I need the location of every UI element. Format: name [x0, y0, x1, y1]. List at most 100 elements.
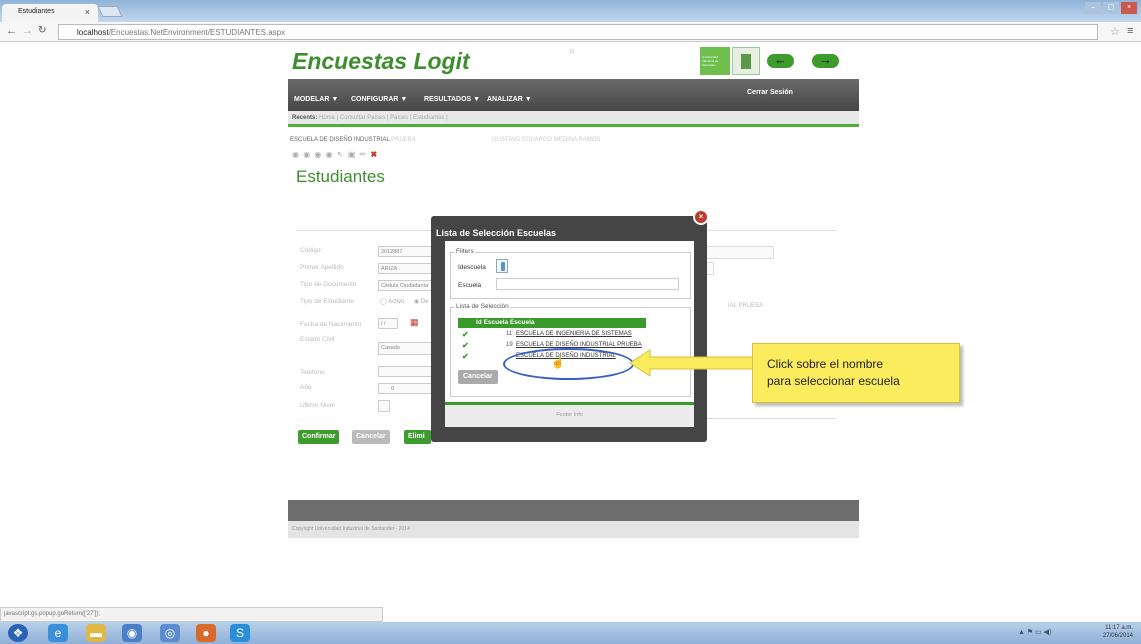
divider	[700, 418, 836, 419]
filters-fieldset: Filters	[450, 248, 691, 299]
tipoest-radio-de[interactable]: ◉ De	[414, 298, 429, 305]
menu-analizar[interactable]: ANALIZAR ▼	[487, 96, 532, 103]
university-emblem-icon	[732, 47, 760, 75]
recent-links[interactable]: Home | Consultar Paises | Paises | Estud…	[319, 115, 448, 121]
system-tray-icons[interactable]: ▲ ⚑ ▭ ◀)	[1018, 628, 1051, 636]
table-header: Id Escuela Escuela	[458, 318, 646, 328]
tipodoc-select[interactable]: Cédula Ciudadanía	[378, 280, 438, 291]
menu-icon[interactable]: ≡	[1127, 25, 1133, 37]
ultimo-checkbox[interactable]	[378, 400, 390, 412]
row-id: 11	[506, 331, 513, 337]
menu-configurar[interactable]: CONFIGURAR ▼	[351, 96, 407, 103]
idescuela-label: Idescuela	[458, 264, 486, 271]
explorer-icon[interactable]: ▬	[86, 624, 106, 642]
escuela-input[interactable]	[496, 278, 679, 290]
recent-breadcrumb: Recents: Home | Consultar Paises | Paise…	[288, 111, 859, 127]
ie-icon[interactable]: e	[48, 624, 68, 642]
modal-close-icon[interactable]: ×	[693, 209, 709, 225]
apellido-label: Primer Apellido	[300, 264, 344, 271]
check-icon: ✔	[462, 341, 469, 350]
toolbar-icons[interactable]: ◉ ◉ ◉ ◉ ↖ ▣ ✏	[292, 150, 367, 159]
reload-icon[interactable]: ↻	[38, 25, 46, 36]
menu-resultados[interactable]: RESULTADOS ▼	[424, 96, 480, 103]
idescuela-input[interactable]	[496, 259, 508, 273]
copyright: Copyright Universidad Industrial de Sant…	[288, 521, 859, 538]
telefono-label: Teléfono	[300, 369, 325, 376]
skype-icon[interactable]: S	[230, 624, 250, 642]
context-school: ESCUELA DE DISEÑO INDUSTRIAL PRUEBA	[290, 137, 416, 143]
start-button-icon[interactable]: ❖	[8, 624, 28, 642]
maximize-button[interactable]: ▢	[1103, 2, 1119, 14]
escuela-label: Escuela	[458, 282, 482, 289]
logout-link[interactable]: Cerrar Sesión	[747, 89, 793, 96]
address-bar[interactable]: localhost/Encuestas.NetEnvironment/ESTUD…	[58, 24, 1098, 40]
callout-line-1: Click sobre el nombre	[767, 357, 884, 371]
fecha-field[interactable]: / /	[378, 318, 398, 329]
back-arrow-button[interactable]: ←	[767, 53, 794, 68]
app-logo: Encuestas Logit	[292, 48, 470, 74]
check-icon: ✔	[462, 352, 469, 361]
instruction-callout: Click sobre el nombre para seleccionar e…	[752, 343, 960, 403]
anio-field[interactable]: 0	[378, 383, 434, 394]
estado-label: Estado Civil	[300, 336, 335, 343]
back-icon[interactable]: ←	[6, 25, 17, 37]
callout-arrow-icon	[629, 349, 754, 377]
row-id: 19	[506, 342, 513, 348]
calendar-icon[interactable]: ▦	[410, 317, 419, 328]
clock-time: 11:17 a.m.	[1105, 625, 1133, 631]
anio-label: Año	[300, 384, 312, 391]
modal-footer: Footer Info	[445, 402, 694, 427]
right-school-text: IAL PRUEBA	[728, 303, 764, 309]
minimize-button[interactable]: –	[1085, 2, 1101, 14]
highlight-ellipse	[503, 348, 634, 380]
url-host: localhost	[77, 28, 109, 37]
loading-icon: ☼	[568, 46, 576, 55]
confirm-button[interactable]: Confirmar	[298, 430, 340, 444]
clock[interactable]: 11:17 a.m. 27/06/2014	[1103, 624, 1133, 640]
ultimo-label: Último Nivel	[300, 402, 335, 409]
telefono-field[interactable]	[378, 366, 434, 377]
estado-select[interactable]: Casado	[378, 342, 432, 355]
close-window-button[interactable]: ×	[1121, 2, 1137, 14]
list-legend: Lista de Selección	[455, 303, 510, 310]
tipoest-label: Tipo de Estudiante	[300, 298, 354, 305]
table-row[interactable]: ✔ 11 ESCUELA DE INGENIERIA DE SISTEMAS	[458, 330, 646, 340]
modal-cancel-button[interactable]: Cancelar	[458, 370, 498, 384]
record-toolbar[interactable]: ◉ ◉ ◉ ◉ ↖ ▣ ✏ ✖	[292, 150, 378, 159]
media-player-icon[interactable]: ◎	[160, 624, 180, 642]
col-name-header: Escuela	[509, 319, 535, 326]
firefox-icon[interactable]: ●	[196, 624, 216, 642]
tab-title: Estudiantes	[18, 8, 55, 15]
main-menu: MODELAR ▼ CONFIGURAR ▼ RESULTADOS ▼ ANAL…	[288, 79, 859, 111]
forward-icon[interactable]: →	[22, 25, 33, 37]
delete-icon[interactable]: ✖	[370, 150, 378, 159]
forward-arrow-button[interactable]: →	[812, 53, 839, 68]
browser-status-bar: javascript:gs.popup.goReturn(['27']);	[0, 607, 383, 622]
chrome-icon[interactable]: ◉	[122, 624, 142, 642]
col-id-header: Id Escuela	[476, 319, 509, 326]
star-icon[interactable]: ☆	[1110, 25, 1120, 38]
hand-cursor-icon: ☝	[551, 357, 565, 369]
tab-close-icon[interactable]: ×	[85, 7, 90, 17]
apellido-field[interactable]: ARIZA	[378, 263, 438, 274]
window-controls: – ▢ ×	[1085, 2, 1137, 14]
cancel-button[interactable]: Cancelar	[352, 430, 390, 444]
callout-line-2: para seleccionar escuela	[767, 374, 900, 388]
fecha-label: Fecha de Nacimiento	[300, 321, 362, 328]
university-logo: Universidad Industrial de Santander	[700, 47, 730, 75]
browser-toolbar: ← → ↻ localhost/Encuestas.NetEnvironment…	[0, 22, 1141, 42]
row-name-link[interactable]: ESCUELA DE INGENIERIA DE SISTEMAS	[516, 331, 632, 337]
tipoest-radio-activo[interactable]: ◯ Activo	[380, 298, 404, 305]
menu-modelar[interactable]: MODELAR ▼	[294, 96, 338, 103]
codigo-label: Código	[300, 247, 321, 254]
recent-label: Recents:	[292, 115, 318, 121]
page-title: Estudiantes	[296, 167, 385, 186]
context-user: GUSTAVO EDUARDO MEDINA RAMOS	[492, 137, 601, 143]
row-name-link[interactable]: ESCUELA DE DISEÑO INDUSTRIAL PRUEBA	[516, 342, 642, 348]
url-path: /Encuestas.NetEnvironment/ESTUDIANTES.as…	[108, 28, 286, 37]
codigo-field[interactable]: 2012887	[378, 246, 438, 257]
windows-taskbar: ❖ e ▬ ◉ ◎ ● S ▲ ⚑ ▭ ◀) 11:17 a.m. 27/06/…	[0, 622, 1141, 644]
filters-legend: Filters	[455, 248, 475, 255]
delete-button[interactable]: Elimi	[404, 430, 431, 444]
browser-tab[interactable]: Estudiantes ×	[2, 4, 98, 22]
